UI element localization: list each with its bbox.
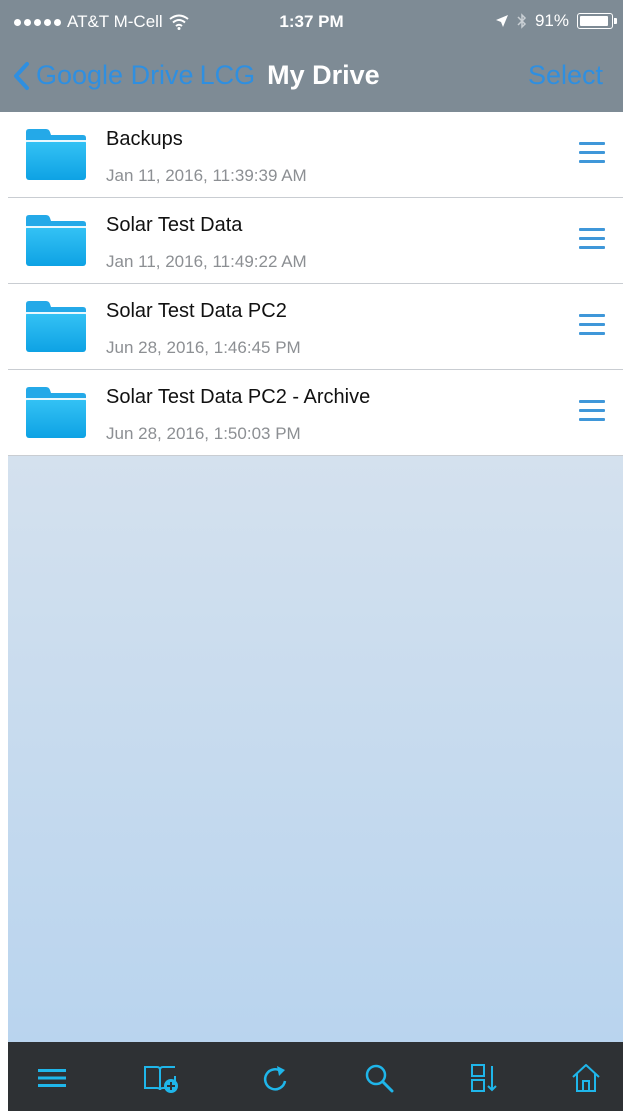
file-name: Solar Test Data xyxy=(106,214,243,236)
new-folder-icon[interactable] xyxy=(142,1062,180,1094)
hamburger-menu-icon[interactable] xyxy=(579,314,605,336)
screen: AT&T M-Cell 1:37 PM 91% Google Drive LCG… xyxy=(0,0,623,1111)
home-icon[interactable] xyxy=(570,1062,602,1094)
list-item[interactable]: Solar Test Data PC2 - Archive Jun 28, 20… xyxy=(8,370,623,456)
list-item[interactable]: Solar Test Data Jan 11, 2016, 11:49:22 A… xyxy=(8,198,623,284)
status-right: 91% xyxy=(495,11,617,31)
file-date: Jan 11, 2016, 11:39:39 AM xyxy=(106,166,307,185)
top-bar: AT&T M-Cell 1:37 PM 91% Google Drive LCG… xyxy=(0,0,623,112)
breadcrumb: Google Drive LCG My Drive xyxy=(12,60,380,91)
empty-area xyxy=(8,456,623,1042)
file-date: Jun 28, 2016, 1:46:45 PM xyxy=(106,338,301,357)
list-item[interactable]: Solar Test Data PC2 Jun 28, 2016, 1:46:4… xyxy=(8,284,623,370)
folder-icon xyxy=(26,129,86,180)
file-list: Backups Jan 11, 2016, 11:39:39 AM Solar … xyxy=(8,112,623,456)
file-date: Jun 28, 2016, 1:50:03 PM xyxy=(106,424,301,443)
bluetooth-icon xyxy=(517,13,527,29)
file-name: Backups xyxy=(106,128,183,150)
status-bar: AT&T M-Cell 1:37 PM 91% xyxy=(0,0,623,44)
folder-icon xyxy=(26,301,86,352)
select-button[interactable]: Select xyxy=(528,60,603,91)
hamburger-menu-icon[interactable] xyxy=(579,228,605,250)
file-date: Jan 11, 2016, 11:49:22 AM xyxy=(106,252,307,271)
page-title: My Drive xyxy=(267,60,380,90)
nav-bar: Google Drive LCG My Drive Select xyxy=(0,44,623,112)
refresh-icon[interactable] xyxy=(260,1062,292,1094)
chevron-left-icon[interactable] xyxy=(12,61,30,91)
folder-icon xyxy=(26,215,86,266)
battery-icon xyxy=(577,13,617,29)
folder-icon xyxy=(26,387,86,438)
battery-percent: 91% xyxy=(534,11,569,30)
hamburger-menu-icon[interactable] xyxy=(579,400,605,422)
location-arrow-icon xyxy=(495,15,508,27)
list-item[interactable]: Backups Jan 11, 2016, 11:39:39 AM xyxy=(8,112,623,198)
search-icon[interactable] xyxy=(363,1062,395,1094)
back-button[interactable]: Google Drive xyxy=(36,60,194,91)
sort-icon[interactable] xyxy=(468,1062,500,1094)
file-name: Solar Test Data PC2 - Archive xyxy=(106,386,371,408)
hamburger-menu-icon[interactable] xyxy=(579,142,605,164)
file-name: Solar Test Data PC2 xyxy=(106,300,287,322)
menu-icon[interactable] xyxy=(36,1062,68,1094)
bottom-toolbar xyxy=(8,1042,623,1111)
breadcrumb-lcg[interactable]: LCG xyxy=(200,60,256,91)
